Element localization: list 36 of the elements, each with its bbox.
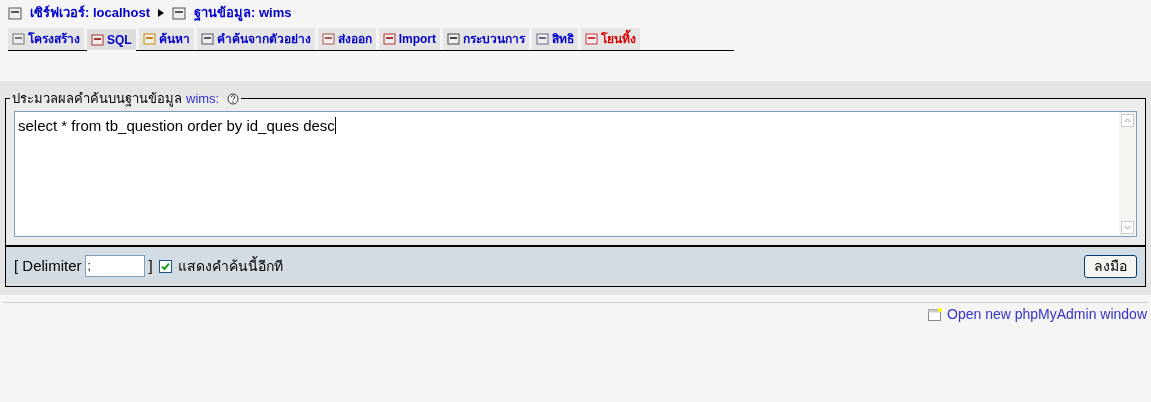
tab[interactable]: Import bbox=[378, 28, 440, 50]
tab-icon bbox=[12, 32, 26, 46]
fieldset-legend: ประมวลผลคำค้นบนฐานข้อมูล bbox=[12, 89, 182, 109]
tab[interactable]: SQL bbox=[87, 29, 136, 51]
tab-icon bbox=[91, 32, 105, 47]
tab-icon bbox=[321, 32, 336, 46]
delimiter-bracket: ] bbox=[148, 255, 153, 276]
new-window-link[interactable]: Open new phpMyAdmin window bbox=[947, 303, 1147, 325]
tab[interactable]: สิทธิ bbox=[532, 28, 578, 50]
breadcrumb-link[interactable]: ฐานข้อมูล: wims bbox=[194, 3, 292, 23]
show-again-checkbox[interactable] bbox=[158, 259, 172, 273]
delimiter-label: [ Delimiter bbox=[14, 255, 82, 276]
scrollbar[interactable] bbox=[1119, 111, 1136, 236]
tab[interactable]: คำค้นจากตัวอย่าง bbox=[196, 28, 315, 50]
tab-icon bbox=[382, 32, 397, 46]
tab[interactable]: โครงสร้าง bbox=[8, 28, 84, 50]
query-textarea[interactable]: select * from tb_question order by id_ques desc bbox=[14, 110, 1137, 237]
scroll-down-icon[interactable] bbox=[1121, 220, 1134, 234]
tab[interactable]: โยนทิ้ง bbox=[581, 28, 640, 50]
help-icon[interactable] bbox=[227, 92, 240, 105]
tab-icon bbox=[585, 32, 599, 46]
submit-button[interactable]: ลงมือ bbox=[1084, 254, 1137, 278]
tab-icon bbox=[200, 32, 215, 46]
tab-icon bbox=[536, 32, 550, 46]
tab[interactable]: ส่งออก bbox=[317, 28, 376, 50]
database-link[interactable]: wims: bbox=[186, 89, 220, 109]
delimiter-field[interactable]: ; bbox=[84, 255, 145, 277]
tab-icon bbox=[142, 32, 157, 46]
breadcrumb-link[interactable]: เซิร์ฟเวอร์: localhost bbox=[30, 3, 150, 23]
window-icon bbox=[928, 307, 942, 321]
tab[interactable]: ค้นหา bbox=[138, 28, 194, 50]
show-again-label: แสดงคำค้นนี้อีกที bbox=[177, 255, 283, 276]
scroll-up-icon[interactable] bbox=[1121, 113, 1134, 127]
triangle-icon bbox=[158, 9, 164, 17]
tab[interactable]: กระบวนการ bbox=[443, 28, 529, 50]
tab-icon bbox=[447, 32, 461, 46]
